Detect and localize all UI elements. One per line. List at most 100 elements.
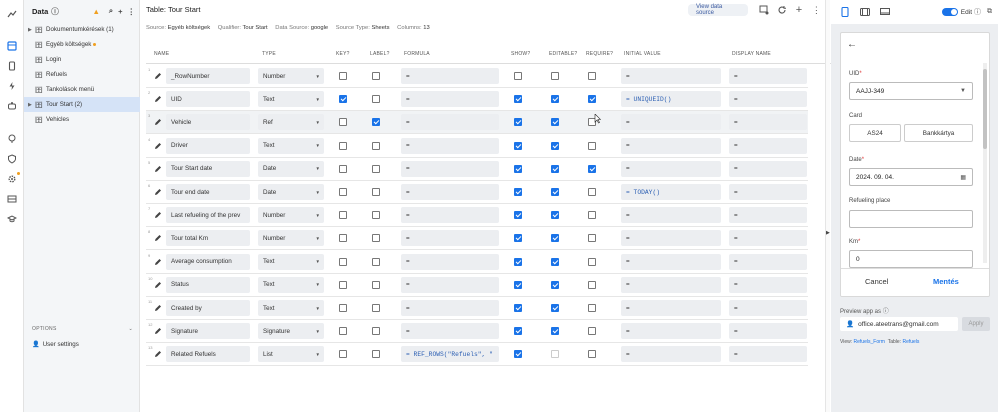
initial-value-input[interactable]: = [621, 68, 721, 84]
sidebar-item-refuels[interactable]: 🗄 Refuels [24, 67, 140, 82]
formula-input[interactable]: = [401, 300, 499, 316]
panel-divider[interactable]: ▶ [825, 0, 830, 412]
display-name-input[interactable]: = [729, 91, 807, 108]
column-type-select[interactable]: Text ▼ [258, 91, 324, 108]
require-checkbox[interactable] [588, 188, 596, 196]
editable-checkbox[interactable] [551, 95, 559, 104]
refueling-place-input[interactable] [849, 210, 973, 228]
caret-right-icon[interactable]: ▶ [28, 27, 35, 33]
formula-input[interactable]: = [401, 207, 499, 224]
table-row[interactable]: 11 Created by Text ▼ = = = [146, 297, 808, 320]
initial-value-input[interactable]: = [621, 300, 721, 316]
key-checkbox[interactable] [339, 188, 347, 196]
display-name-input[interactable]: = [729, 184, 807, 200]
column-type-select[interactable]: Date ▼ [258, 160, 324, 177]
table-row[interactable]: 1 _RowNumber Number ▼ = = = [146, 65, 808, 88]
help-icon[interactable]: ⓘ [51, 6, 59, 17]
add-column-icon[interactable]: + [793, 4, 804, 16]
table-link[interactable]: Refuels [902, 339, 919, 345]
table-row[interactable]: 7 Last refueling of the prev Number ▼ = = = [146, 204, 808, 228]
formula-input[interactable]: = [401, 160, 499, 177]
label-checkbox[interactable] [372, 304, 380, 312]
require-checkbox[interactable] [588, 280, 596, 289]
editable-checkbox[interactable] [551, 280, 559, 289]
table-row[interactable]: 5 Tour Start date Date ▼ = = = [146, 158, 808, 181]
key-checkbox[interactable] [339, 164, 347, 173]
key-checkbox[interactable] [339, 118, 347, 127]
initial-value-input[interactable]: = UNIQUEID() [621, 91, 721, 108]
formula-input[interactable]: = [401, 137, 499, 154]
editable-checkbox[interactable] [551, 72, 559, 80]
display-name-input[interactable]: = [729, 300, 807, 316]
require-checkbox[interactable] [588, 304, 596, 312]
require-checkbox[interactable] [588, 211, 596, 220]
key-checkbox[interactable] [339, 141, 347, 150]
initial-value-input[interactable]: = [621, 114, 721, 131]
table-row[interactable]: 4 Driver Text ▼ = = = [146, 135, 808, 158]
column-name-input[interactable]: _RowNumber [166, 68, 250, 84]
table-row[interactable]: 6 Tour end date Date ▼ = = TODAY() = [146, 181, 808, 204]
editable-checkbox[interactable] [551, 164, 559, 173]
label-checkbox[interactable] [372, 72, 380, 80]
learn-icon[interactable] [6, 213, 18, 225]
warning-icon[interactable]: ▲ [92, 7, 99, 16]
cancel-button[interactable]: Cancel [865, 277, 888, 286]
edit-pencil-icon[interactable] [154, 350, 162, 358]
chevron-down-icon[interactable]: ⌄ [129, 326, 134, 332]
show-checkbox[interactable] [514, 327, 522, 336]
key-checkbox[interactable] [339, 72, 347, 80]
sidebar-item-login[interactable]: 🗄 Login [24, 52, 140, 67]
column-name-input[interactable]: Signature [166, 323, 250, 340]
edit-pencil-icon[interactable] [154, 258, 162, 266]
column-type-select[interactable]: Number ▼ [258, 207, 324, 224]
formula-input[interactable]: = [401, 114, 499, 131]
card-option-as24[interactable]: AS24 [849, 124, 901, 142]
formula-input[interactable]: = [401, 184, 499, 200]
column-name-input[interactable]: Vehicle [166, 114, 250, 131]
show-checkbox[interactable] [514, 350, 522, 359]
show-checkbox[interactable] [514, 280, 522, 289]
edit-pencil-icon[interactable] [154, 95, 162, 103]
calendar-icon[interactable]: ▦ [960, 174, 966, 181]
apply-button[interactable]: Apply [962, 317, 990, 331]
back-arrow-icon[interactable]: ← [847, 39, 857, 50]
column-type-select[interactable]: Signature ▼ [258, 323, 324, 340]
edit-pencil-icon[interactable] [154, 72, 162, 80]
require-checkbox[interactable] [588, 164, 596, 173]
require-checkbox[interactable] [588, 95, 596, 104]
label-checkbox[interactable] [372, 141, 380, 150]
initial-value-input[interactable]: = TODAY() [621, 184, 721, 200]
display-name-input[interactable]: = [729, 137, 807, 154]
app-logo-icon[interactable] [6, 8, 18, 20]
edit-pencil-icon[interactable] [154, 304, 162, 312]
show-checkbox[interactable] [514, 95, 522, 104]
column-name-input[interactable]: Average consumption [166, 253, 250, 270]
key-checkbox[interactable] [339, 280, 347, 289]
column-name-input[interactable]: Tour Start date [166, 160, 250, 177]
form-scrollbar[interactable] [983, 63, 987, 263]
column-name-input[interactable]: Status [166, 276, 250, 293]
key-checkbox[interactable] [339, 257, 347, 266]
initial-value-input[interactable]: = [621, 276, 721, 293]
display-name-input[interactable]: = [729, 323, 807, 340]
mobile-device-icon[interactable] [839, 7, 850, 18]
label-checkbox[interactable] [372, 234, 380, 243]
column-type-select[interactable]: Text ▼ [258, 137, 324, 154]
edit-pencil-icon[interactable] [154, 211, 162, 219]
label-checkbox[interactable] [372, 118, 380, 127]
column-name-input[interactable]: Last refueling of the prev [166, 207, 250, 224]
sidebar-item-egyeb-koltsegek[interactable]: 🗄 Egyéb költségek [24, 37, 140, 52]
column-type-select[interactable]: Date ▼ [258, 184, 324, 200]
sidebar-item-tankolasok-menu[interactable]: 🗄 Tankolások menü [24, 82, 140, 97]
display-name-input[interactable]: = [729, 253, 807, 270]
key-checkbox[interactable] [339, 327, 347, 336]
formula-input[interactable]: = [401, 323, 499, 340]
refresh-icon[interactable] [776, 4, 787, 16]
table-row[interactable]: 8 Tour total Km Number ▼ = = = [146, 227, 808, 251]
editable-checkbox[interactable] [551, 350, 559, 359]
display-name-input[interactable]: = [729, 230, 807, 247]
initial-value-input[interactable]: = [621, 323, 721, 340]
show-checkbox[interactable] [514, 304, 522, 312]
column-name-input[interactable]: Related Refuels [166, 346, 250, 363]
view-link[interactable]: Refuels_Form [854, 339, 885, 345]
